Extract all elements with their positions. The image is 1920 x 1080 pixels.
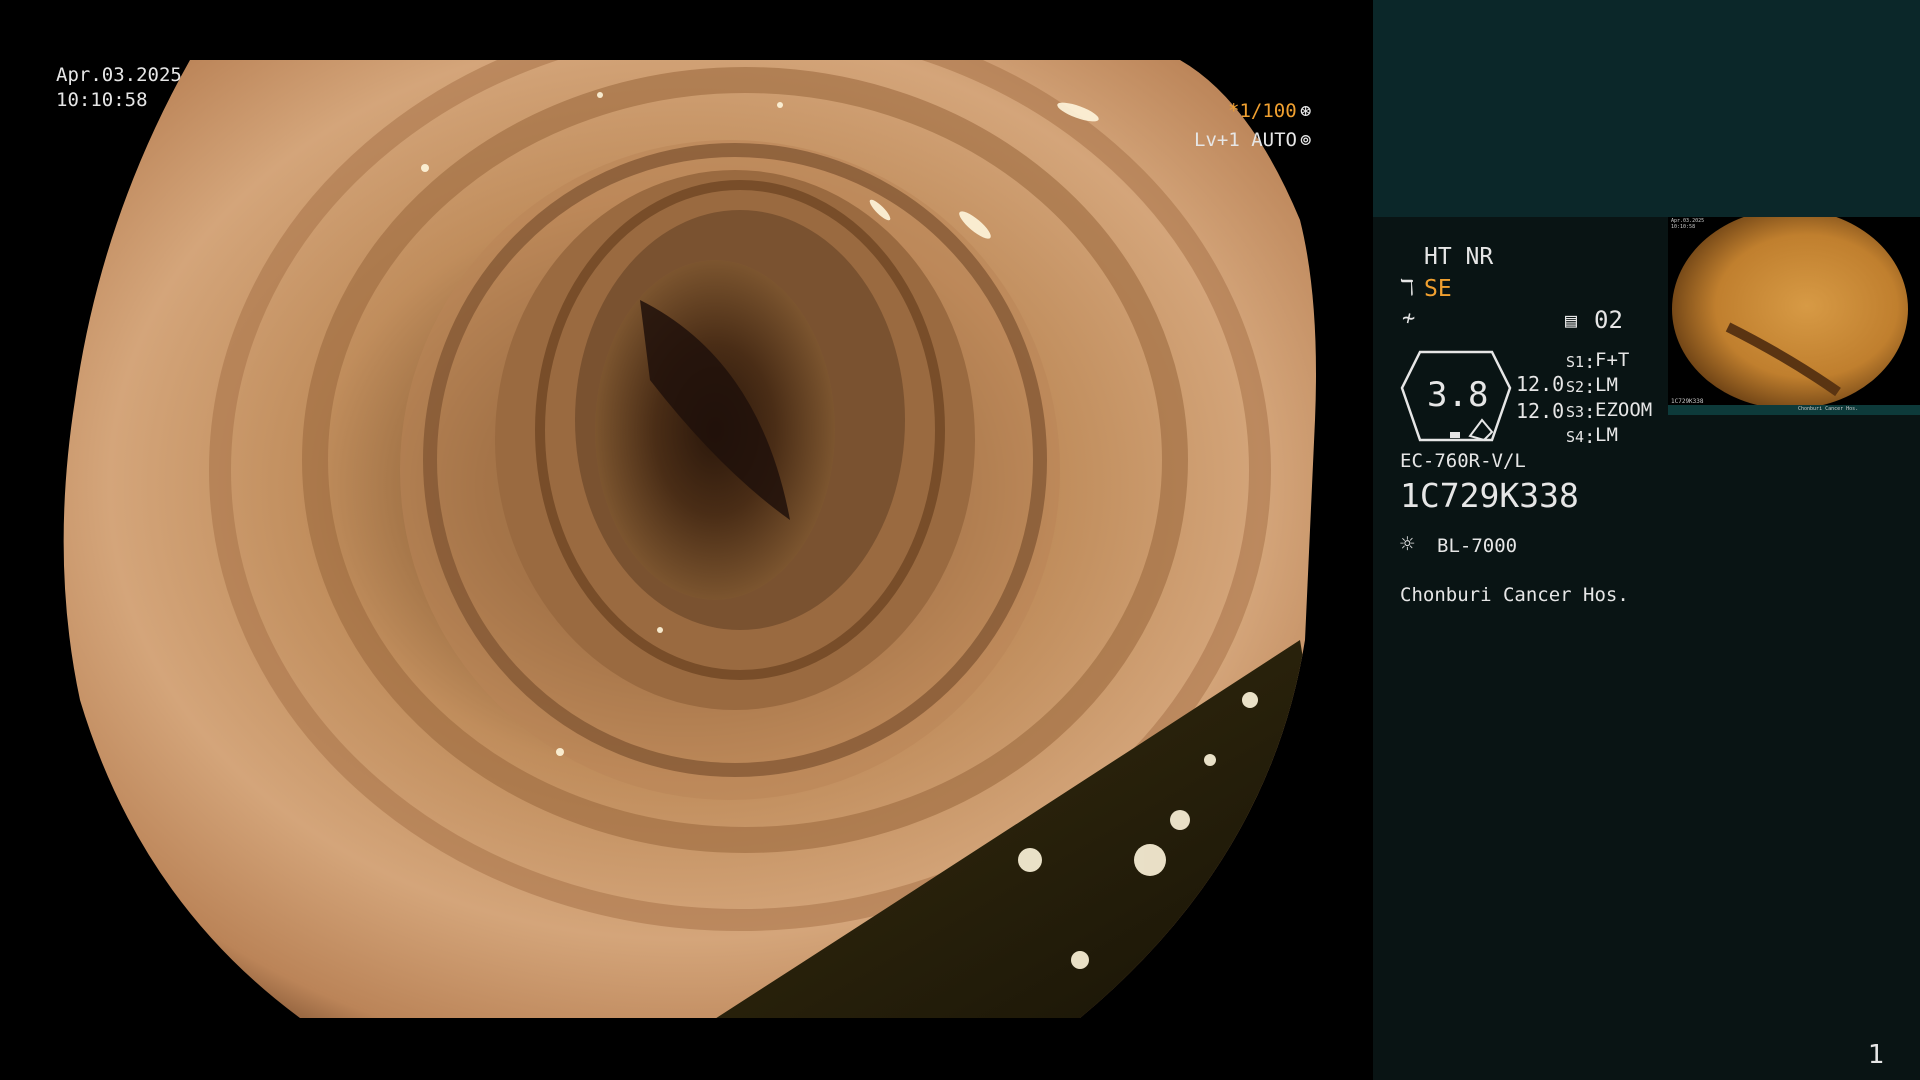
color-mode-icon: ≁ — [1402, 306, 1416, 331]
switch-2-value: LM — [1595, 374, 1618, 396]
memory-icon: ▤ — [1565, 308, 1578, 332]
hospital-name: Chonburi Cancer Hos. — [1400, 584, 1629, 606]
switch-3-colon: : — [1584, 401, 1596, 423]
memory-number: 02 — [1594, 306, 1623, 334]
side-panel-top — [1373, 0, 1920, 217]
light-source: BL-7000 — [1437, 535, 1518, 557]
shutter-icon: ⊛ — [1300, 100, 1312, 122]
page-number: 1 — [1868, 1040, 1885, 1070]
zoom-sub-value-2: 12.0 — [1516, 399, 1565, 423]
switch-1-colon: : — [1584, 351, 1596, 373]
scope-model: EC-760R-V/L — [1400, 450, 1526, 472]
light-source-icon: ☼ — [1400, 530, 1415, 558]
switch-3-value: EZOOM — [1595, 399, 1653, 421]
iris-icon: ⊚ — [1300, 129, 1312, 151]
enhance-mode: HT NR — [1424, 244, 1494, 270]
switch-4-value: LM — [1595, 424, 1618, 446]
switch-2-key: S2 — [1566, 378, 1585, 396]
thumbnail-image — [1668, 217, 1920, 415]
thumbnail-serial: 1C729K338 — [1671, 398, 1704, 405]
switch-2-colon: : — [1584, 376, 1596, 398]
time-display: 10:10:58 — [56, 89, 148, 111]
switch-4-key: S4 — [1566, 428, 1585, 446]
date-display: Apr.03.2025 — [56, 64, 182, 86]
switch-1-value: F+T — [1595, 349, 1630, 371]
thumbnail-time: 10:10:58 — [1671, 224, 1696, 230]
shutter-speed: *1/100 — [1228, 100, 1297, 122]
switch-4-colon: : — [1584, 426, 1596, 448]
endoscope-view: Apr.03.2025 10:10:58 *1/100 ⊛ Lv+1 AUTO … — [0, 0, 1372, 1080]
thumbnail-bar — [1668, 405, 1920, 415]
iris-mode: Lv+1 AUTO — [1194, 129, 1297, 151]
scope-serial: 1C729K338 — [1400, 476, 1579, 515]
thumbnail-hospital: Chonburi Cancer Hos. — [1798, 406, 1859, 412]
structure-mode: SE — [1424, 276, 1452, 302]
structure-enhance-icon: ℸ — [1400, 276, 1415, 301]
switch-1-key: S1 — [1566, 353, 1585, 371]
switch-3-key: S3 — [1566, 403, 1585, 421]
zoom-value: 3.8 — [1427, 375, 1489, 415]
colon-lumen-image — [63, 60, 1317, 1018]
zoom-sub-value-1: 12.0 — [1516, 372, 1565, 396]
